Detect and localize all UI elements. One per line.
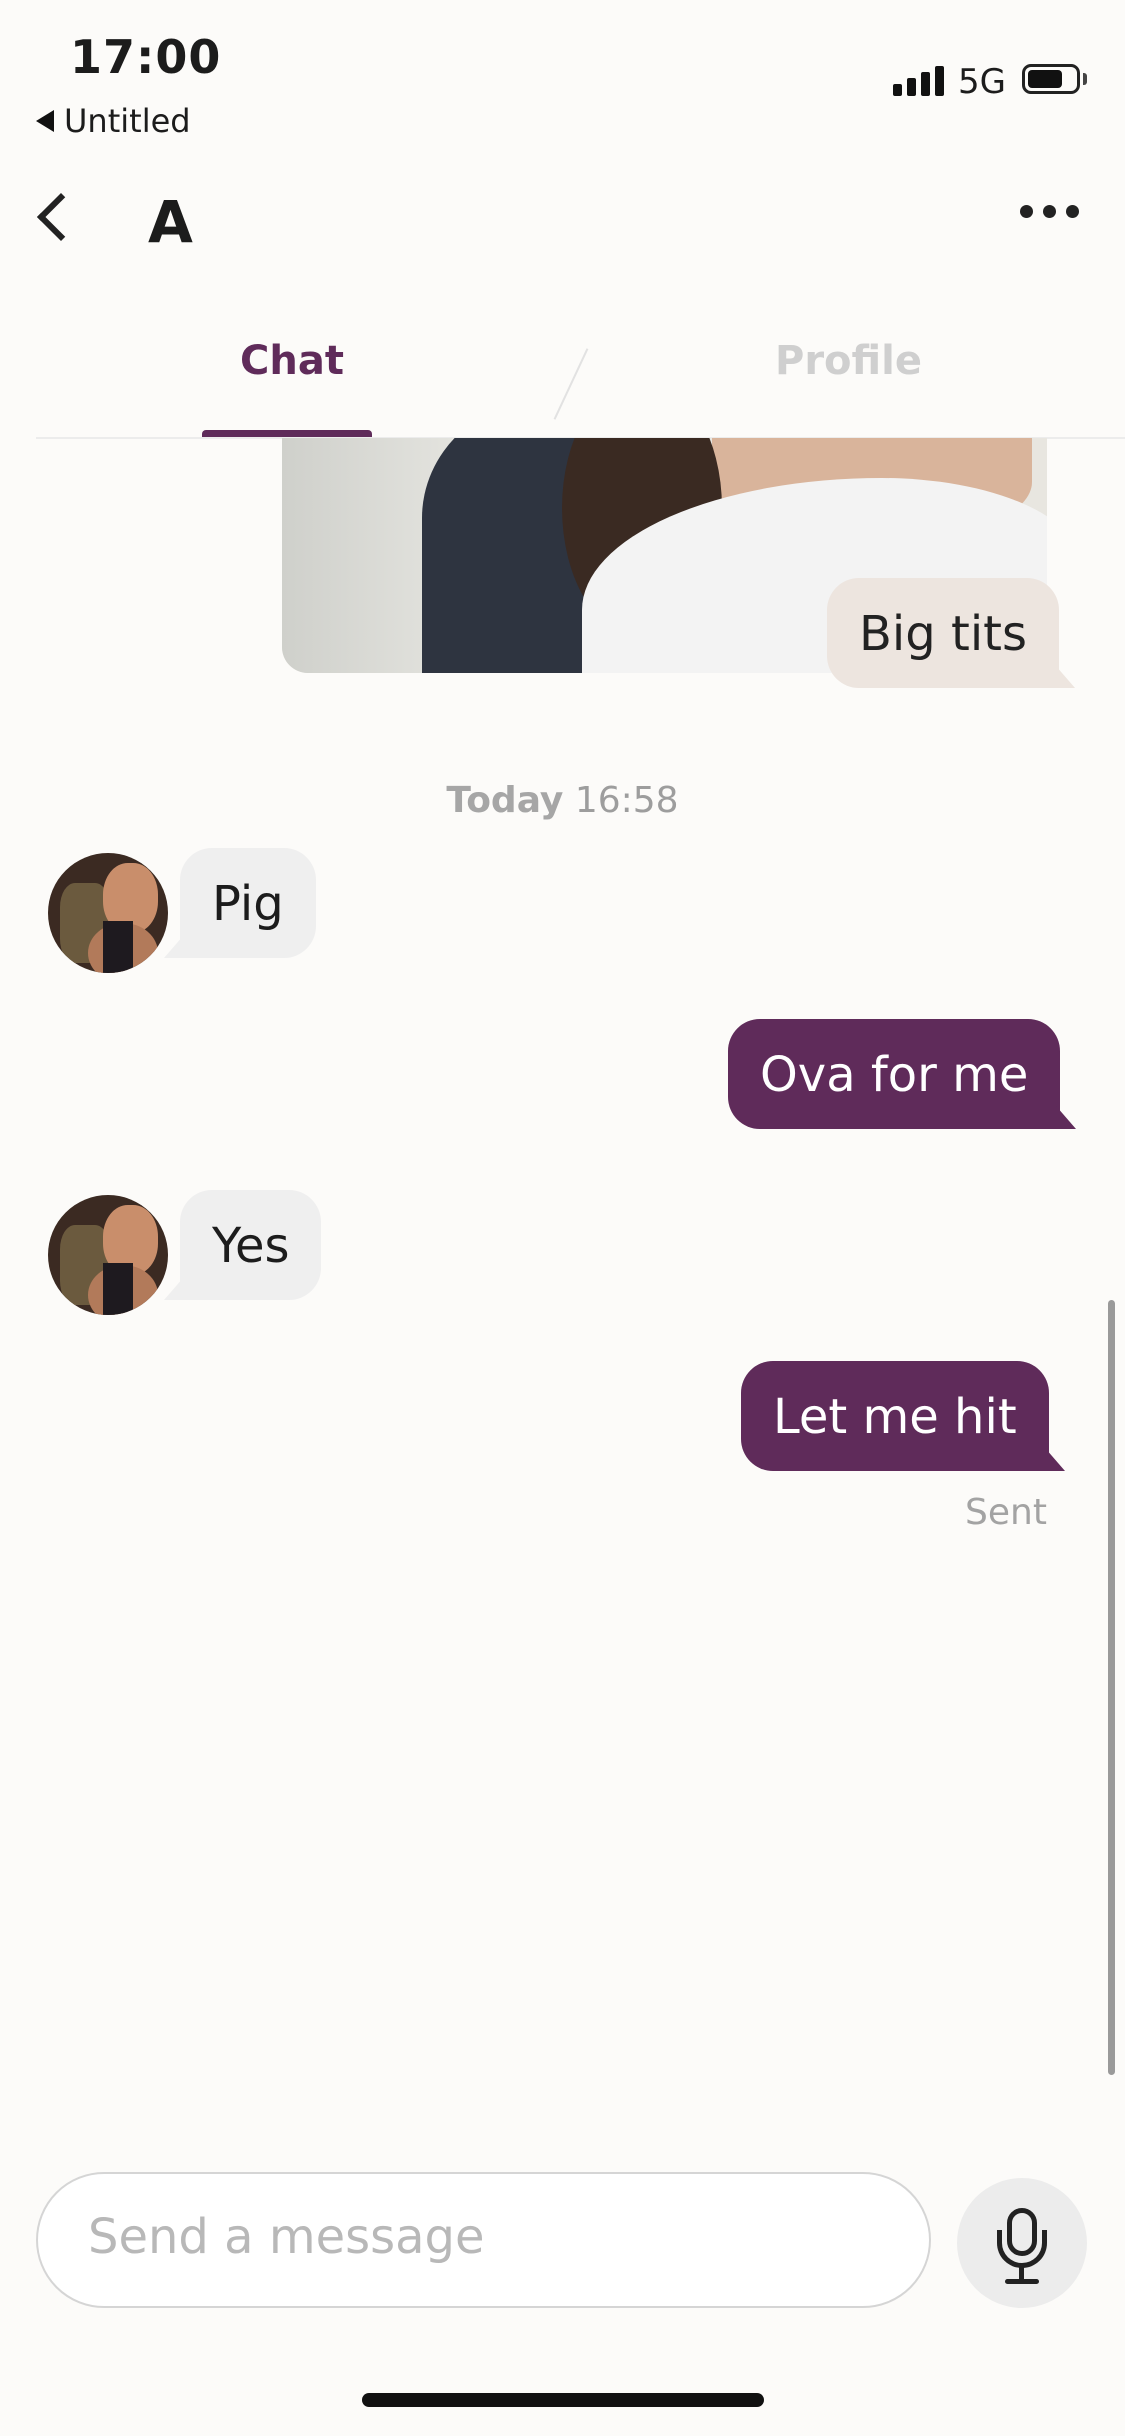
- incoming-message[interactable]: Yes: [163, 1190, 322, 1300]
- message-input[interactable]: [86, 2208, 870, 2266]
- avatar[interactable]: [48, 1195, 168, 1315]
- battery-icon: [1022, 64, 1080, 94]
- date-day: Today: [446, 780, 564, 821]
- signal-icon: [893, 66, 944, 96]
- contact-name[interactable]: A: [148, 188, 193, 256]
- outgoing-message[interactable]: Ova for me: [728, 1019, 1077, 1129]
- photo-caption-bubble[interactable]: Big tits: [827, 578, 1075, 688]
- home-indicator[interactable]: [362, 2393, 764, 2407]
- back-chevron-icon[interactable]: [36, 192, 86, 242]
- back-to-app-button[interactable]: Untitled: [36, 102, 191, 140]
- tab-profile[interactable]: Profile: [775, 338, 922, 384]
- date-separator: Today 16:58: [0, 780, 1125, 821]
- back-app-label: Untitled: [64, 102, 191, 140]
- microphone-button[interactable]: [957, 2178, 1087, 2308]
- message-status: Sent: [965, 1492, 1047, 1533]
- battery-cap: [1083, 73, 1087, 85]
- back-triangle-icon: [36, 110, 54, 132]
- scrollbar[interactable]: [1108, 1300, 1115, 2075]
- more-icon[interactable]: [1020, 205, 1079, 218]
- outgoing-message[interactable]: Let me hit: [741, 1361, 1065, 1471]
- tab-divider: [553, 348, 589, 420]
- message-input-container[interactable]: [36, 2172, 931, 2308]
- avatar[interactable]: [48, 853, 168, 973]
- status-time: 17:00: [70, 30, 222, 84]
- tab-chat[interactable]: Chat: [240, 338, 344, 384]
- incoming-message[interactable]: Pig: [164, 848, 316, 958]
- date-time: 16:58: [574, 780, 679, 821]
- network-type: 5G: [958, 62, 1006, 102]
